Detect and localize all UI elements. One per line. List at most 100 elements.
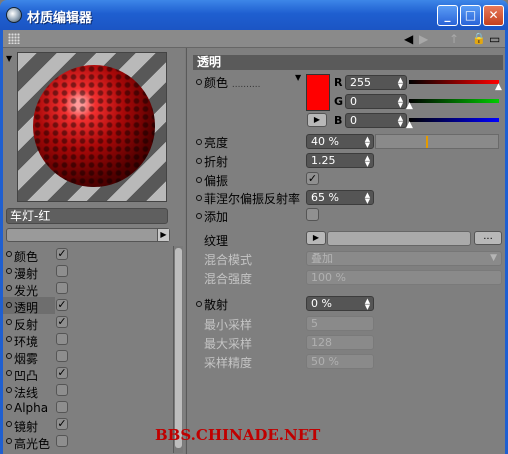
- watermark-text: BBS.CHINADE.NET: [155, 426, 321, 444]
- mix-mode-dropdown[interactable]: 叠加 ▼: [306, 251, 502, 266]
- new-window-icon[interactable]: ▭: [489, 31, 500, 47]
- channel-checkbox[interactable]: [56, 333, 68, 345]
- channel-checkbox[interactable]: [56, 350, 68, 362]
- bullet-icon: [6, 319, 12, 325]
- channel-checkbox[interactable]: ✓: [56, 316, 68, 328]
- back-arrow-icon[interactable]: ◀: [404, 31, 413, 47]
- channel-label: Alpha: [14, 401, 49, 415]
- channel-checkbox[interactable]: ✓: [56, 418, 68, 430]
- channel-checkbox[interactable]: [56, 401, 68, 413]
- texture-browse-button[interactable]: ...: [474, 231, 502, 245]
- blur-field[interactable]: 0 % ▲ ▼: [306, 296, 374, 311]
- channel-checkbox[interactable]: [56, 384, 68, 396]
- bullet-icon: [6, 302, 12, 308]
- bullet-icon: [6, 353, 12, 359]
- channel-checkbox[interactable]: [56, 265, 68, 277]
- chevron-down-icon: ▼: [490, 253, 497, 263]
- channel-checkbox[interactable]: ✓: [56, 367, 68, 379]
- b-value-field[interactable]: 0 ▲ ▼: [345, 113, 407, 128]
- toolbar: ◀ ▶ ↑ 🔒 ▭: [3, 30, 505, 48]
- color-menu-icon[interactable]: ▼: [295, 73, 301, 82]
- g-slider[interactable]: [409, 99, 499, 103]
- channel-color[interactable]: 颜色 ✓: [3, 246, 171, 264]
- maximize-button[interactable]: □: [460, 5, 481, 26]
- color-swatch[interactable]: [306, 74, 330, 111]
- mix-strength-label: 混合强度: [204, 272, 253, 286]
- up-arrow-icon[interactable]: ↑: [449, 31, 459, 47]
- mix-strength-field[interactable]: 100 %: [306, 270, 502, 285]
- minimize-button[interactable]: _: [437, 5, 458, 26]
- bullet-icon: [196, 177, 202, 183]
- additive-checkbox[interactable]: [306, 208, 319, 221]
- min-samples-field[interactable]: 5: [306, 316, 374, 331]
- material-name-field[interactable]: 车灯-红: [6, 208, 168, 224]
- b-label: B: [334, 114, 343, 127]
- channel-luminance[interactable]: 发光: [3, 280, 171, 298]
- channel-specular-color[interactable]: 高光色: [3, 433, 171, 451]
- r-slider[interactable]: [409, 80, 499, 84]
- polarize-label: 偏振: [204, 174, 229, 188]
- b-slider[interactable]: [409, 118, 499, 122]
- channel-scrollbar[interactable]: [173, 246, 183, 453]
- bullet-icon: [196, 79, 202, 85]
- channel-normal[interactable]: 法线: [3, 382, 171, 400]
- channel-bump[interactable]: 凹凸 ✓: [3, 365, 171, 383]
- bullet-icon: [6, 268, 12, 274]
- bullet-icon: [196, 139, 202, 145]
- b-slider-handle-icon[interactable]: ▲: [406, 121, 413, 130]
- texture-menu-button[interactable]: ▶: [306, 231, 326, 245]
- color-expand-button[interactable]: ▶: [307, 113, 327, 127]
- brightness-slider[interactable]: [375, 134, 499, 149]
- channel-transparency[interactable]: 透明 ✓: [3, 297, 68, 315]
- max-samples-field[interactable]: 128: [306, 335, 374, 350]
- g-label: G: [334, 95, 344, 108]
- channel-diffusion[interactable]: 漫射: [3, 263, 171, 281]
- app-icon: [6, 7, 22, 23]
- polarize-checkbox[interactable]: ✓: [306, 172, 319, 185]
- fresnel-field[interactable]: 65 % ▲ ▼: [306, 190, 374, 205]
- bullet-icon: [6, 336, 12, 342]
- section-title: 透明: [193, 55, 503, 70]
- g-slider-handle-icon[interactable]: ▲: [406, 102, 413, 111]
- grip-handle-icon[interactable]: [8, 33, 20, 44]
- scrollbar-thumb[interactable]: [175, 248, 182, 448]
- bullet-icon: [6, 438, 12, 444]
- bullet-icon: [6, 251, 12, 257]
- bullet-icon: [6, 370, 12, 376]
- window-title: 材质编辑器: [27, 11, 93, 26]
- scroll-right-icon[interactable]: ▶: [157, 229, 169, 241]
- preview-menu-icon[interactable]: ▼: [6, 54, 12, 63]
- close-button[interactable]: ✕: [483, 5, 504, 26]
- additive-label: 添加: [204, 210, 229, 224]
- texture-field[interactable]: [327, 231, 471, 246]
- r-label: R: [334, 76, 343, 89]
- mix-mode-label: 混合模式: [204, 253, 253, 267]
- brightness-label: 亮度: [204, 136, 229, 150]
- channel-checkbox[interactable]: [56, 435, 68, 447]
- channel-checkbox[interactable]: [56, 282, 68, 294]
- blur-label: 散射: [204, 298, 229, 312]
- refraction-label: 折射: [204, 155, 229, 169]
- accuracy-field[interactable]: 50 %: [306, 354, 374, 369]
- channel-checkbox[interactable]: ✓: [56, 299, 68, 311]
- preview-scroll-bar[interactable]: ▶: [6, 228, 170, 242]
- g-value-field[interactable]: 0 ▲ ▼: [345, 94, 407, 109]
- channel-alpha[interactable]: Alpha: [3, 399, 171, 416]
- channel-reflection[interactable]: 反射 ✓: [3, 314, 171, 332]
- material-preview[interactable]: [17, 52, 167, 202]
- brightness-slider-handle[interactable]: [426, 136, 428, 148]
- brightness-field[interactable]: 40 % ▲ ▼: [306, 134, 374, 149]
- r-slider-handle-icon[interactable]: ▲: [495, 83, 502, 92]
- bullet-icon: [6, 404, 12, 410]
- lock-icon[interactable]: 🔒: [472, 31, 486, 47]
- channel-checkbox[interactable]: ✓: [56, 248, 68, 260]
- r-value-field[interactable]: 255 ▲ ▼: [345, 75, 407, 90]
- refraction-field[interactable]: 1.25 ▲ ▼: [306, 153, 374, 168]
- bullet-icon: [6, 285, 12, 291]
- channel-environment[interactable]: 环境: [3, 331, 171, 349]
- title-bar: 材质编辑器 _ □ ✕: [0, 0, 508, 30]
- bullet-icon: [6, 387, 12, 393]
- channel-specular[interactable]: 镜射 ✓: [3, 416, 171, 434]
- channel-fog[interactable]: 烟雾: [3, 348, 171, 366]
- forward-arrow-icon[interactable]: ▶: [419, 31, 428, 47]
